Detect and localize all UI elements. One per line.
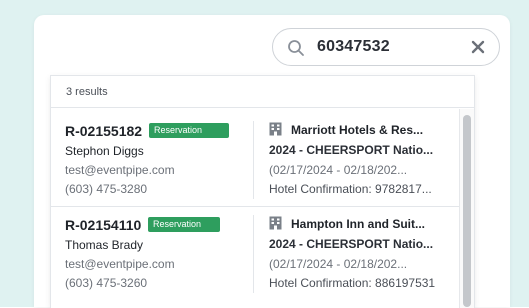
guest-name: Stephon Diggs xyxy=(65,144,144,158)
results-header: 3 results xyxy=(51,76,474,108)
event-name: 2024 - CHEERSPORT Natio... xyxy=(269,143,434,157)
search-icon xyxy=(288,40,304,56)
guest-email: test@eventpipe.com xyxy=(65,257,175,271)
column-divider xyxy=(253,215,254,293)
event-name: 2024 - CHEERSPORT Natio... xyxy=(269,237,434,251)
results-scrollbar[interactable] xyxy=(459,109,474,308)
reservation-id: R-02154110 xyxy=(65,217,142,233)
hotel-building-icon xyxy=(269,122,282,136)
hotel-confirmation: Hotel Confirmation: 9782817... xyxy=(269,182,432,196)
guest-email: test@eventpipe.com xyxy=(65,163,175,177)
search-results-dropdown: 3 results R-02155182 Reservation Stephon… xyxy=(50,75,475,308)
reservation-id: R-02155182 xyxy=(65,123,143,139)
search-input[interactable]: 60347532 xyxy=(272,28,500,66)
status-badge: Reservation xyxy=(149,123,229,138)
hotel-building-icon xyxy=(269,216,282,230)
hotel-name: Marriott Hotels & Res... xyxy=(291,123,424,137)
guest-phone: (603) 475-3260 xyxy=(65,276,148,290)
guest-phone: (603) 475-3280 xyxy=(65,182,148,196)
guest-name: Thomas Brady xyxy=(65,238,144,252)
search-value[interactable]: 60347532 xyxy=(317,38,390,56)
date-range: (02/17/2024 - 02/18/202... xyxy=(269,257,408,271)
results-count: 3 results xyxy=(66,86,108,98)
date-range: (02/17/2024 - 02/18/202... xyxy=(269,163,408,177)
column-divider xyxy=(253,121,254,199)
result-row[interactable]: R-02154110 Reservation Thomas Brady test… xyxy=(51,207,459,301)
result-row[interactable]: R-02155182 Reservation Stephon Diggs tes… xyxy=(51,113,459,207)
scrollbar-thumb[interactable] xyxy=(463,115,471,307)
close-icon[interactable] xyxy=(470,39,486,55)
hotel-name: Hampton Inn and Suit... xyxy=(291,217,425,231)
status-badge: Reservation xyxy=(148,217,220,232)
hotel-confirmation: Hotel Confirmation: 886197531 xyxy=(269,276,436,290)
